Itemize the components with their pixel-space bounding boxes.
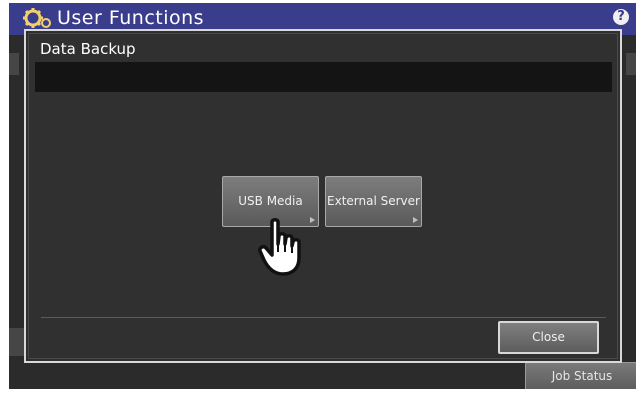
page-title: User Functions (57, 7, 205, 29)
message-bar (35, 62, 612, 92)
arrow-right-icon (413, 217, 418, 223)
external-server-label: External Server (327, 194, 420, 208)
background-panel (626, 53, 636, 75)
dialog-body: Data Backup USB Media External Server Cl… (28, 33, 618, 359)
help-icon[interactable]: ? (613, 9, 629, 25)
external-server-button[interactable]: External Server (325, 176, 422, 227)
hand-pointer-icon (258, 218, 301, 276)
data-backup-dialog: Data Backup USB Media External Server Cl… (24, 29, 622, 363)
background-panel (9, 328, 24, 356)
arrow-right-icon (310, 217, 315, 223)
divider (41, 317, 606, 318)
dialog-title: Data Backup (40, 40, 136, 58)
job-status-button[interactable]: Job Status (525, 362, 636, 389)
close-button[interactable]: Close (498, 321, 599, 354)
background-panel (9, 53, 19, 75)
usb-media-label: USB Media (238, 194, 303, 208)
